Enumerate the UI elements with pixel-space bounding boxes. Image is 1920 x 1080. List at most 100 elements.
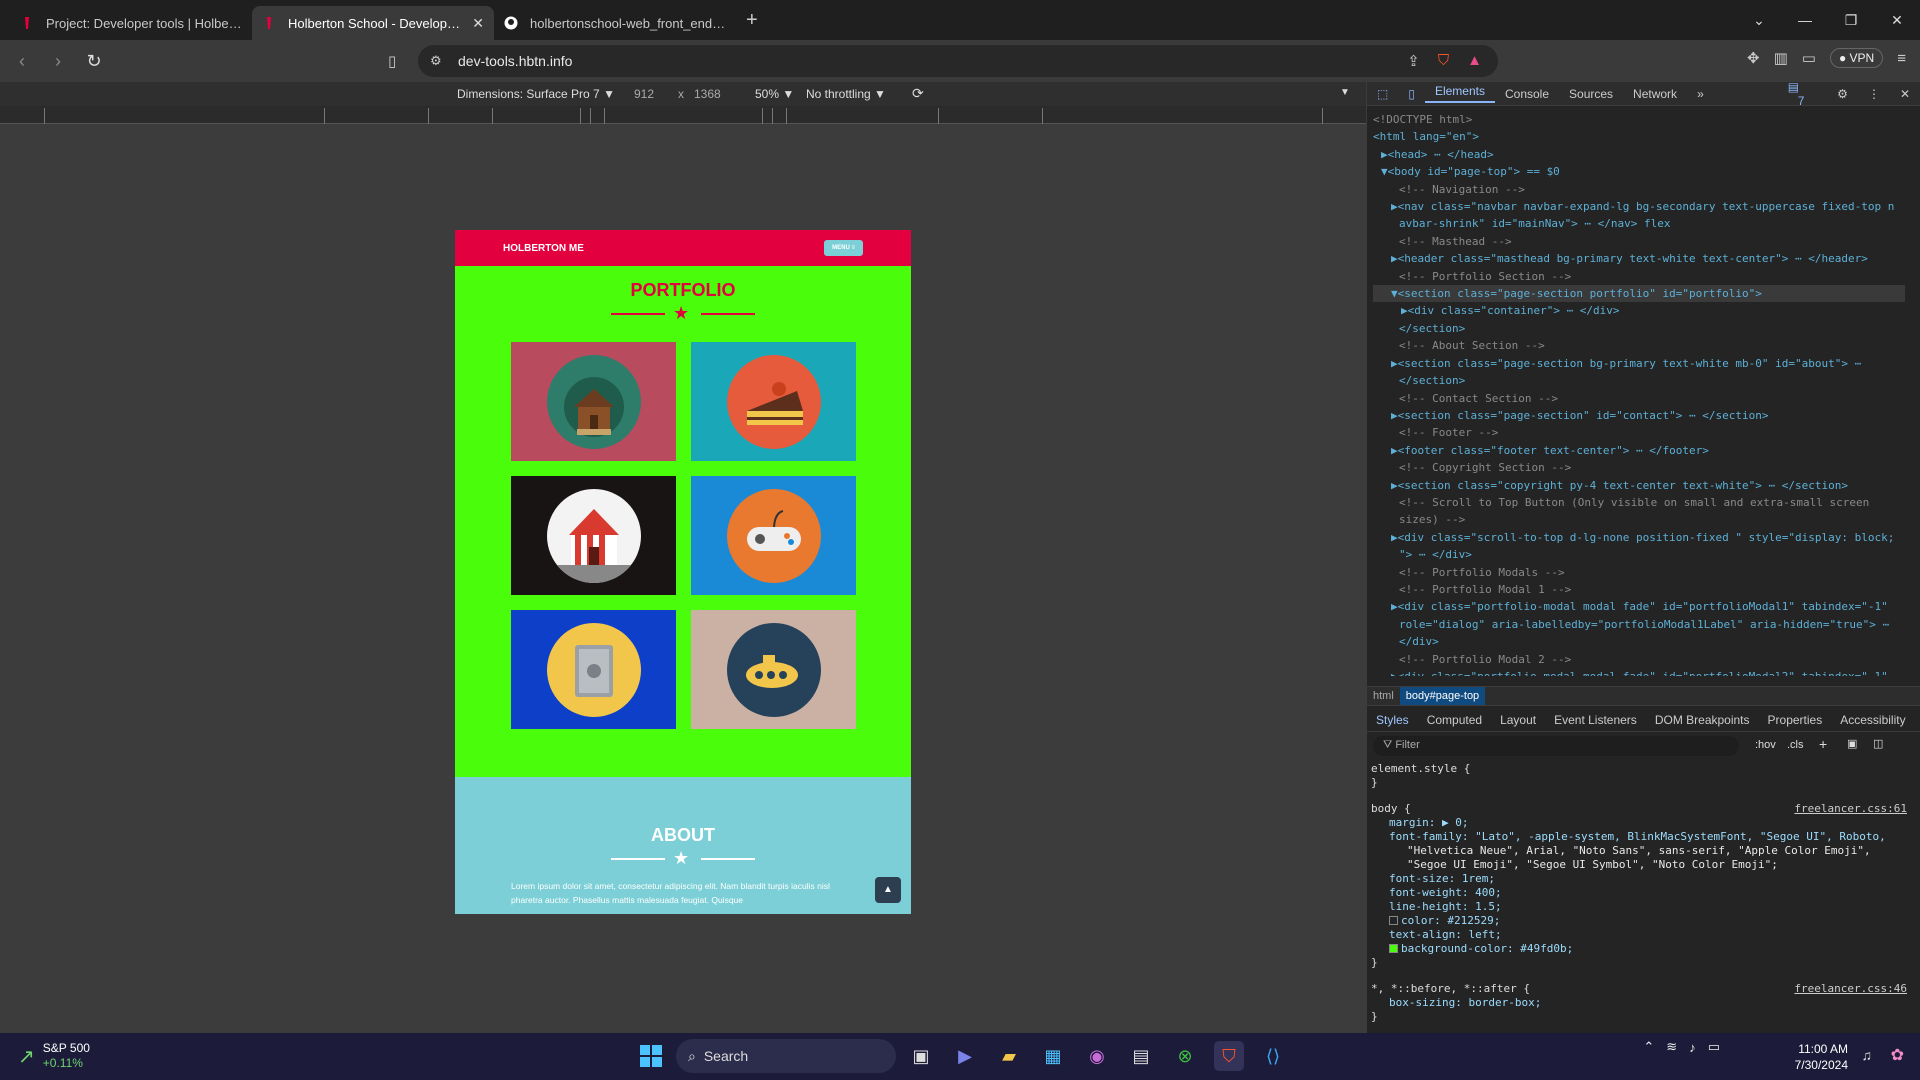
tree-node[interactable]: ▶<header class="masthead bg-primary text… [1373,250,1905,267]
address-bar[interactable]: ⚙ dev-tools.hbtn.info ⇪ ⛉ ▲ [418,45,1498,77]
bg-color-declaration[interactable]: background-color: #49fd0b; [1367,942,1920,956]
tab-accessibility[interactable]: Accessibility [1831,713,1914,727]
body-selector[interactable]: body { [1371,802,1411,815]
copilot-icon[interactable]: ✿ [1891,1045,1904,1065]
close-tab-icon[interactable]: ✕ [472,15,484,32]
tree-node[interactable]: </section> [1373,372,1905,389]
toggle-sidebar-icon[interactable]: ◫ [1873,737,1883,750]
tree-comment[interactable]: <!-- Contact Section --> [1373,390,1905,407]
width-input[interactable]: 912 [634,87,654,101]
tab-elements[interactable]: Elements [1424,84,1495,103]
back-icon[interactable]: ‹ [8,51,36,72]
tree-node[interactable]: role="dialog" aria-labelledby="portfolio… [1373,616,1905,633]
issues-badge[interactable]: ▤ 7 [1778,80,1827,108]
portfolio-item-game[interactable] [691,476,856,595]
tab-sources[interactable]: Sources [1559,87,1623,101]
style-declaration[interactable]: text-align: left; [1367,928,1920,942]
vscode-icon[interactable]: ⟨⟩ [1258,1041,1288,1071]
vpn-button[interactable]: ● VPN [1829,48,1884,68]
menu-icon[interactable]: ≡ [1897,50,1906,67]
universal-source-link[interactable]: freelancer.css:46 [1794,982,1907,996]
volume-icon[interactable]: ♪ [1689,1040,1696,1055]
tree-comment[interactable]: <!-- Footer --> [1373,424,1905,441]
body-source-link[interactable]: freelancer.css:61 [1794,802,1907,816]
forward-icon[interactable]: › [44,51,72,72]
stock-widget[interactable]: ↗ S&P 500 +0.11% [18,1041,90,1071]
battery-icon[interactable]: ▭ [1708,1039,1720,1055]
tree-node[interactable]: ▶<section class="copyright py-4 text-cen… [1373,477,1905,494]
color-declaration[interactable]: color: #212529; [1367,914,1920,928]
store-icon[interactable]: ▦ [1038,1041,1068,1071]
site-menu-button[interactable]: MENU ≡ [824,240,863,256]
tab-project[interactable]: Project: Developer tools | Holberton [10,6,252,40]
zoom-select[interactable]: 50% ▼ [755,87,794,101]
close-devtools-icon[interactable]: ✕ [1890,87,1920,101]
xbox-icon[interactable]: ⊗ [1170,1041,1200,1071]
task-view-icon[interactable]: ▣ [906,1041,936,1071]
color-swatch-icon[interactable] [1389,944,1398,953]
tree-comment[interactable]: <!-- Navigation --> [1373,181,1905,198]
brave-browser-icon[interactable]: ⛉ [1214,1041,1244,1071]
tab-styles[interactable]: Styles [1367,713,1418,727]
tree-comment[interactable]: <!-- Copyright Section --> [1373,459,1905,476]
tree-node[interactable]: <!DOCTYPE html> [1373,111,1905,128]
sidebar-icon[interactable]: ▥ [1774,49,1788,67]
rotate-icon[interactable]: ⟳ [912,85,924,102]
tree-node[interactable]: <html lang="en"> [1373,128,1905,145]
tree-node[interactable]: </div> [1373,633,1905,650]
filter-input[interactable]: ⛛ Filter [1373,736,1739,756]
portfolio-item-cake[interactable] [691,342,856,461]
tree-node[interactable]: ▶<div class="portfolio-modal modal fade"… [1373,598,1905,615]
tree-comment[interactable]: <!-- About Section --> [1373,337,1905,354]
tab-network[interactable]: Network [1623,87,1687,101]
tab-layout[interactable]: Layout [1491,713,1545,727]
tree-node[interactable]: ▶<div class="container"> ⋯ </div> [1373,302,1905,319]
brave-rewards-icon[interactable]: ▲ [1467,52,1482,70]
add-rule-icon[interactable]: + [1819,736,1827,752]
hov-toggle[interactable]: :hov [1755,739,1776,751]
portfolio-item-submarine[interactable] [691,610,856,729]
share-icon[interactable]: ⇪ [1407,52,1420,70]
reload-icon[interactable]: ↻ [80,51,108,72]
style-declaration[interactable]: font-weight: 400; [1367,886,1920,900]
throttle-select[interactable]: No throttling ▼ [806,87,886,101]
breadcrumb-body[interactable]: body#page-top [1399,687,1486,705]
wifi-icon[interactable]: ≋ [1666,1039,1677,1055]
site-settings-icon[interactable]: ⚙ [430,53,442,69]
windows-start-icon[interactable] [640,1045,662,1067]
tree-node[interactable]: </section> [1373,320,1905,337]
site-brand[interactable]: HOLBERTON ME [503,243,584,254]
tree-node[interactable]: "> ⋯ </div> [1373,546,1905,563]
universal-selector[interactable]: *, *::before, *::after { [1371,982,1530,995]
app-icon[interactable]: ◉ [1082,1041,1112,1071]
clock[interactable]: 11:00 AM 7/30/2024 [1795,1041,1848,1073]
device-toggle-icon[interactable]: ▯ [1398,87,1425,101]
tab-search-icon[interactable]: ⌄ [1736,12,1782,29]
tab-event-listeners[interactable]: Event Listeners [1545,713,1646,727]
notification-bell-icon[interactable]: ♫ [1862,1047,1873,1063]
tab-computed[interactable]: Computed [1418,713,1491,727]
style-declaration[interactable]: box-sizing: border-box; [1367,996,1920,1010]
tab-github[interactable]: holbertonschool-web_front_end/dev [494,6,736,40]
tree-node[interactable]: ▶<section class="page-section" id="conta… [1373,407,1905,424]
tab-properties[interactable]: Properties [1759,713,1832,727]
tree-node[interactable]: avbar-shrink" id="mainNav"> ⋯ </nav> fle… [1373,215,1905,232]
tab-holberton-devtools[interactable]: Holberton School - Developer tools ✕ [252,6,494,40]
tree-node[interactable]: ▶<nav class="navbar navbar-expand-lg bg-… [1373,198,1905,215]
breadcrumb-html[interactable]: html [1367,687,1400,705]
new-tab-icon[interactable]: + [746,9,758,32]
paint-icon[interactable]: ▣ [1847,737,1857,750]
dimensions-select[interactable]: Dimensions: Surface Pro 7 ▼ [457,87,615,101]
calculator-icon[interactable]: ▤ [1126,1041,1156,1071]
style-declaration[interactable]: font-size: 1rem; [1367,872,1920,886]
portfolio-item-cabin[interactable] [511,342,676,461]
tree-node[interactable]: ▶<head> ⋯ </head> [1373,146,1905,163]
tree-node[interactable]: ▶<section class="page-section bg-primary… [1373,355,1905,372]
tree-comment[interactable]: sizes) --> [1373,511,1905,528]
minimize-icon[interactable]: — [1782,12,1828,28]
style-declaration[interactable]: margin: ▶ 0; [1367,816,1920,830]
close-window-icon[interactable]: ✕ [1874,12,1920,29]
tree-comment[interactable]: <!-- Portfolio Section --> [1373,268,1905,285]
inspect-icon[interactable]: ⬚ [1367,87,1398,101]
tree-node[interactable]: ▶<div class="scroll-to-top d-lg-none pos… [1373,529,1905,546]
